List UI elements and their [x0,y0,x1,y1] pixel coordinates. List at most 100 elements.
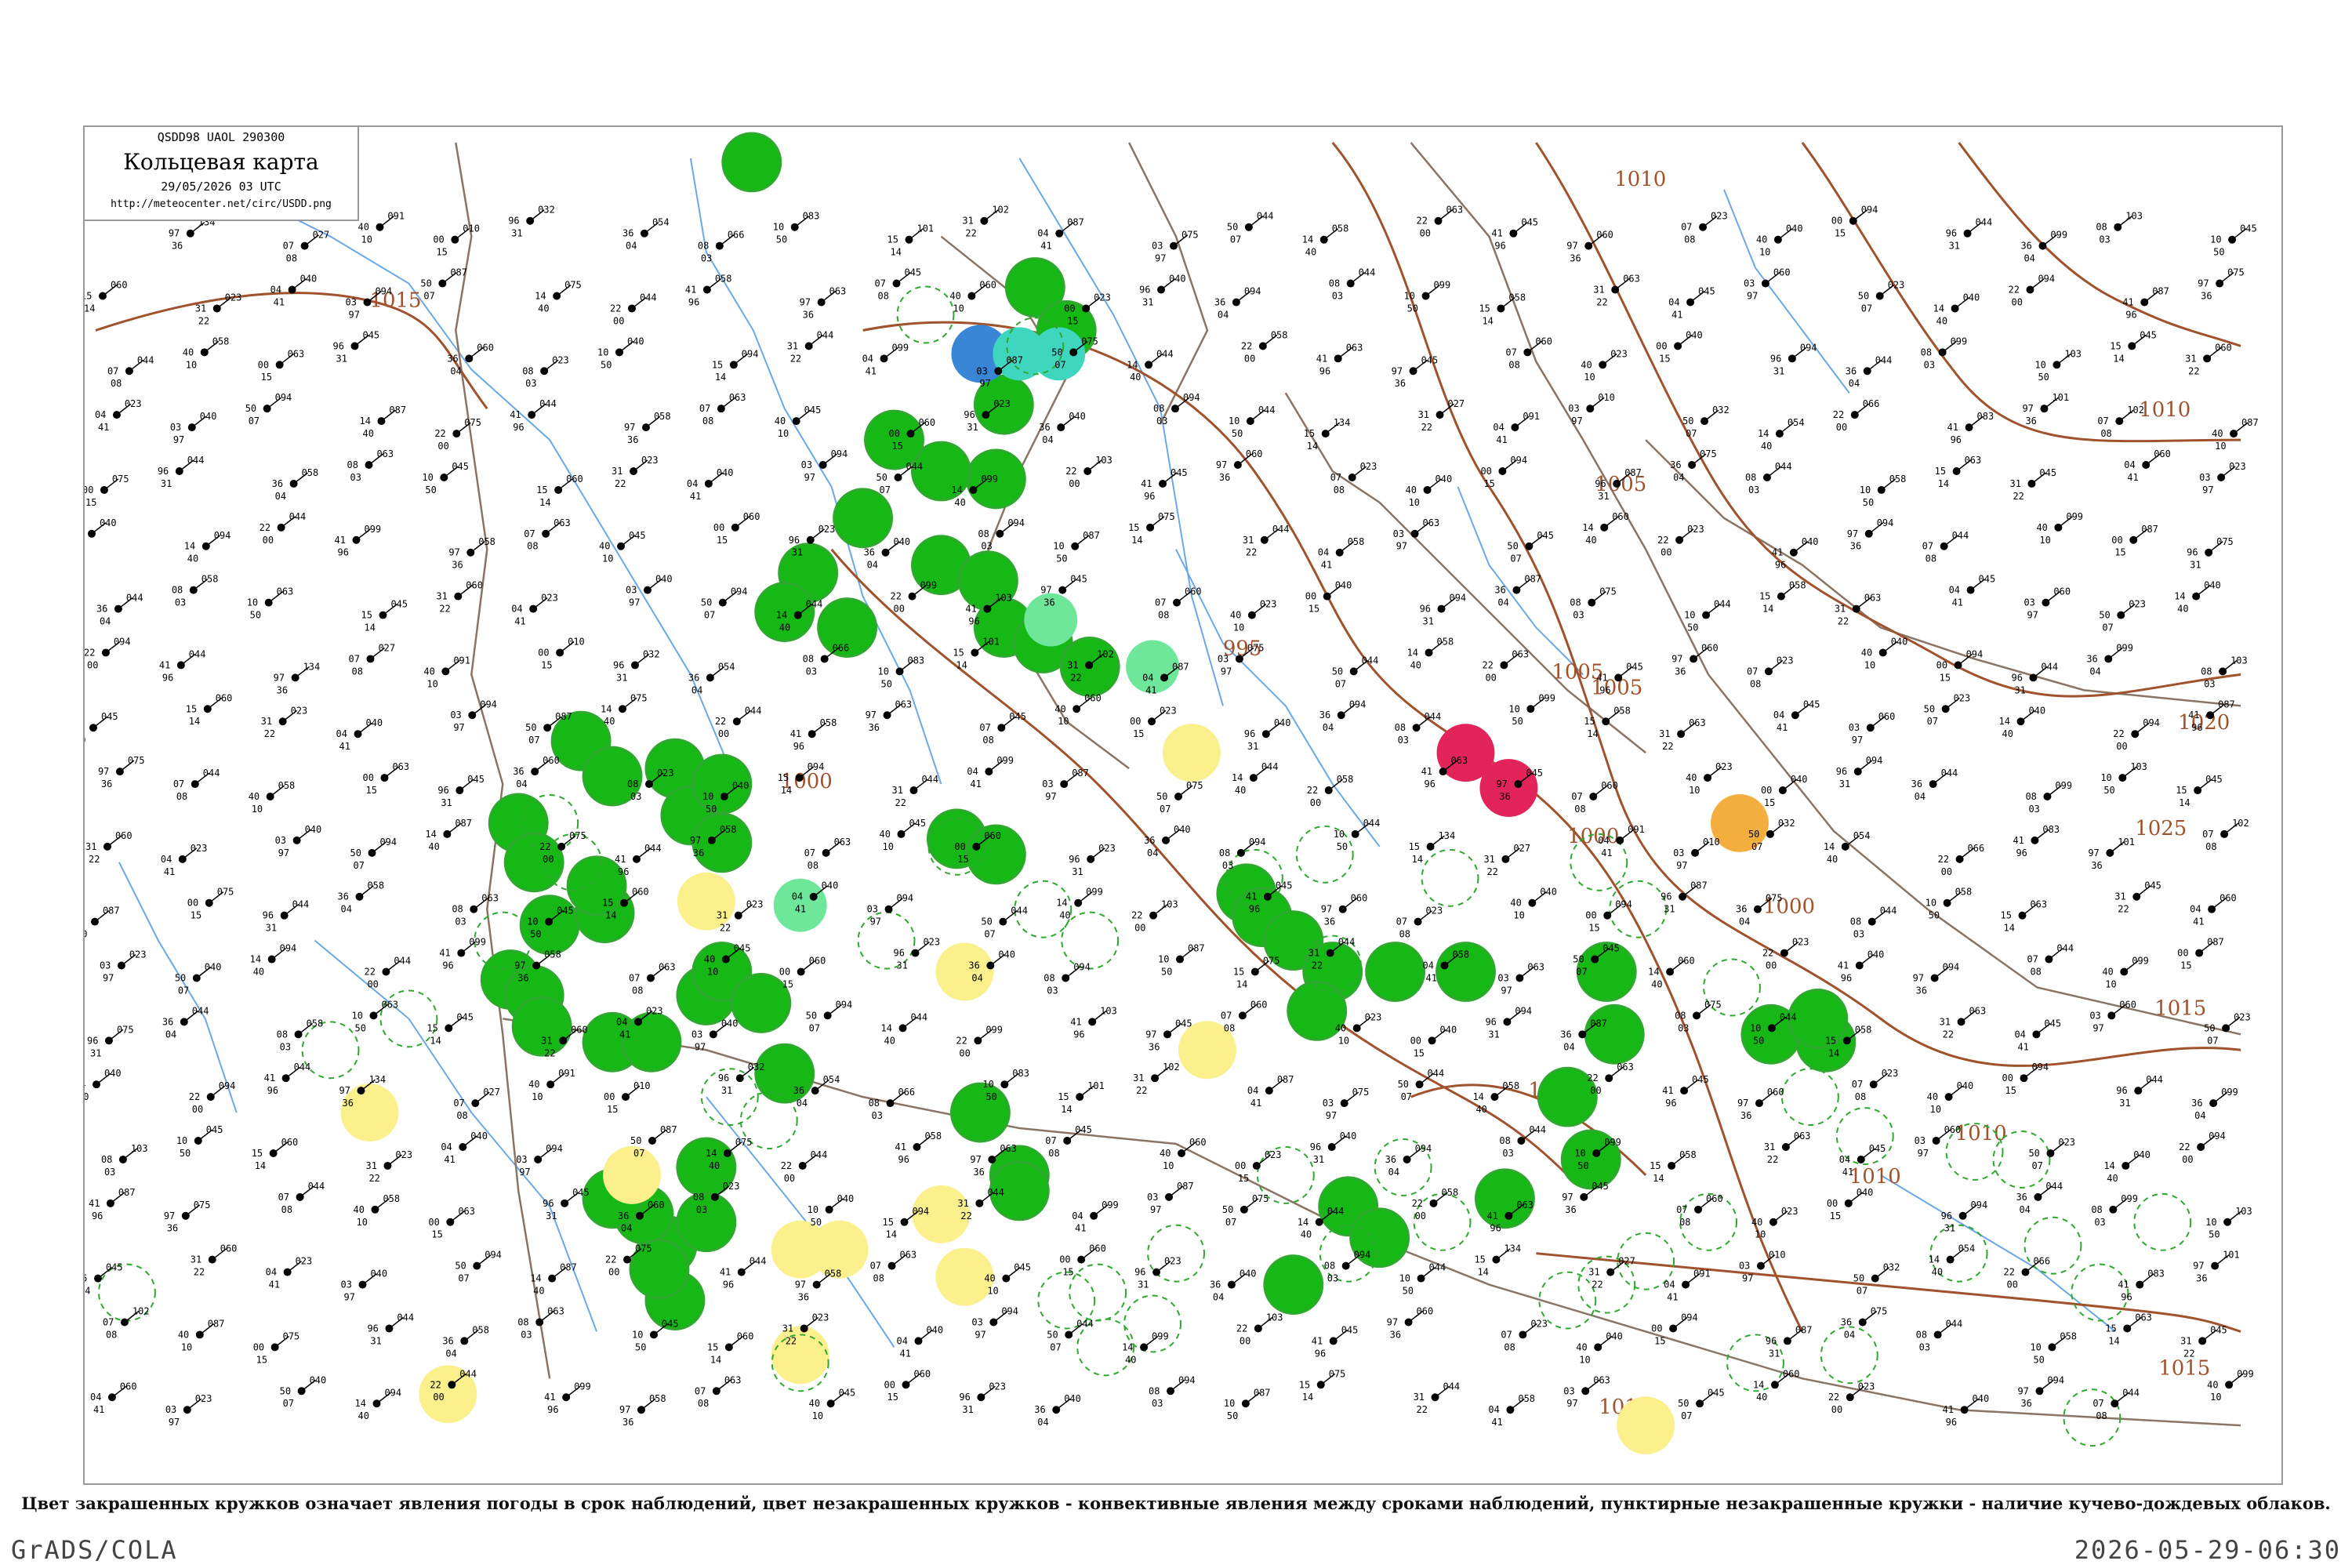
station-pressure: 060 [120,1381,137,1392]
station-pressure: 060 [648,1200,665,1210]
weather-map[interactable]: 1015 1010 1005 1000 995 1000 1005 1010 1015 1020 1… [83,125,2283,1485]
station-dewpoint: 22 [895,797,906,808]
station-pressure: 040 [365,717,383,728]
station-temp: 96 [1485,1016,1496,1027]
station-dewpoint: 10 [1163,1160,1174,1171]
station-pressure: 040 [998,949,1015,960]
station-temp: 31 [1308,948,1319,959]
rain-observed-circle [1788,988,1849,1049]
station-temp: 31 [1133,1073,1144,1083]
station-temp: 31 [717,910,728,921]
station-pressure: 087 [1795,1324,1813,1335]
station-temp: 14 [1407,647,1418,658]
station-temp: 07 [629,972,640,983]
map-url[interactable]: http://meteocenter.net/circ/USDD.png [85,198,358,210]
station-pressure: 058 [201,574,219,585]
station-dewpoint: 15 [191,910,201,921]
station-temp: 50 [2099,610,2110,621]
station-temp: 08 [1921,347,1932,358]
station-pressure: 044 [1258,405,1276,416]
station-temp: 15 [887,234,898,245]
station-temp: 04 [897,1335,908,1346]
station-pressure: 103 [1161,899,1178,910]
station-dewpoint: 15 [1238,1173,1249,1184]
station-dewpoint: 07 [1230,234,1241,245]
station-dewpoint: 04 [445,1348,456,1359]
station-temp: 08 [1324,1261,1335,1272]
station-temp: 40 [1576,1341,1587,1352]
station-pressure: 075 [117,1024,134,1035]
station-pressure: 044 [1257,211,1274,222]
station-temp: 41 [1141,478,1152,489]
station-pressure: 099 [1604,1137,1621,1148]
station-pressure: 040 [1540,887,1557,898]
station-temp: 14 [1999,716,2010,727]
station-pressure: 083 [1977,411,1994,422]
station-temp: 07 [1221,1010,1232,1021]
station-dewpoint: 07 [1160,804,1171,815]
station-temp: 22 [1241,340,1252,351]
station-dewpoint: 00 [1590,1085,1601,1096]
station-dewpoint: 15 [2180,960,2191,971]
station-dewpoint: 08 [2100,428,2111,439]
station-dewpoint: 03 [1332,290,1343,301]
station-dewpoint: 15 [2114,547,2125,558]
station-temp: 03 [346,296,357,307]
station-temp: 00 [1064,303,1075,314]
station-dewpoint: 14 [1061,1104,1072,1115]
station-dewpoint: 41 [2193,916,2204,927]
station-temp: 40 [1335,1022,1346,1033]
station-temp: 10 [1684,610,1695,621]
station-pressure: 040 [1802,536,1819,547]
station-dewpoint: 10 [2210,1392,2221,1403]
station-pressure: 023 [1360,461,1377,472]
station-temp: 31 [1659,728,1670,739]
station-temp: 07 [1681,222,1692,233]
station-dewpoint: 00 [87,659,98,670]
station-temp: 14 [250,954,261,965]
station-dewpoint: 96 [2125,309,2136,320]
station-dewpoint: 14 [1482,315,1493,326]
station-dewpoint: 03 [1047,985,1058,996]
station-temp: 08 [2201,666,2212,677]
station-dewpoint: 14 [781,785,792,796]
station-pressure: 023 [1792,937,1809,948]
station-pressure: 040 [721,1018,739,1029]
station-pressure: 094 [1681,1312,1698,1323]
station-temp: 03 [1218,653,1229,664]
station-pressure: 087 [1067,217,1084,228]
station-temp: 36 [1319,710,1330,720]
fog-observed-circle [603,1145,661,1204]
station-temp: 07 [349,653,360,664]
station-pressure: 087 [2152,286,2169,297]
station-pressure: 060 [566,474,583,485]
station-dewpoint: 97 [1571,416,1582,426]
station-temp: 36 [968,960,979,971]
station-temp: 40 [984,1273,995,1284]
station-temp: 07 [695,1385,706,1396]
station-temp: 08 [803,653,814,664]
station-temp: 31 [1940,1016,1951,1027]
station-pressure: 045 [1869,1143,1886,1154]
isobar-label: 1020 [2178,711,2230,735]
station-pressure: 044 [910,1011,927,1022]
station-temp: 15 [2105,1323,2116,1334]
station-pressure: 044 [750,1256,767,1267]
station-pressure: 023 [1426,906,1443,916]
station-temp: 00 [1130,716,1141,727]
station-temp: 31 [1414,1392,1425,1403]
station-pressure: 058 [1502,1080,1519,1091]
station-pressure: 075 [1700,448,1717,459]
station-temp: 10 [1224,1398,1235,1409]
station-pressure: 060 [1612,511,1629,522]
station-dewpoint: 50 [530,929,541,940]
station-dewpoint: 04 [1213,1292,1224,1303]
station-pressure: 094 [1007,517,1025,528]
station-temp: 97 [1913,972,1924,983]
station-pressure: 134 [1439,830,1456,841]
station-temp: 97 [866,710,877,720]
station-temp: 97 [619,1404,630,1415]
station-temp: 14 [1056,898,1067,909]
station-pressure: 054 [1958,1243,1976,1254]
station-pressure: 023 [1160,705,1177,716]
